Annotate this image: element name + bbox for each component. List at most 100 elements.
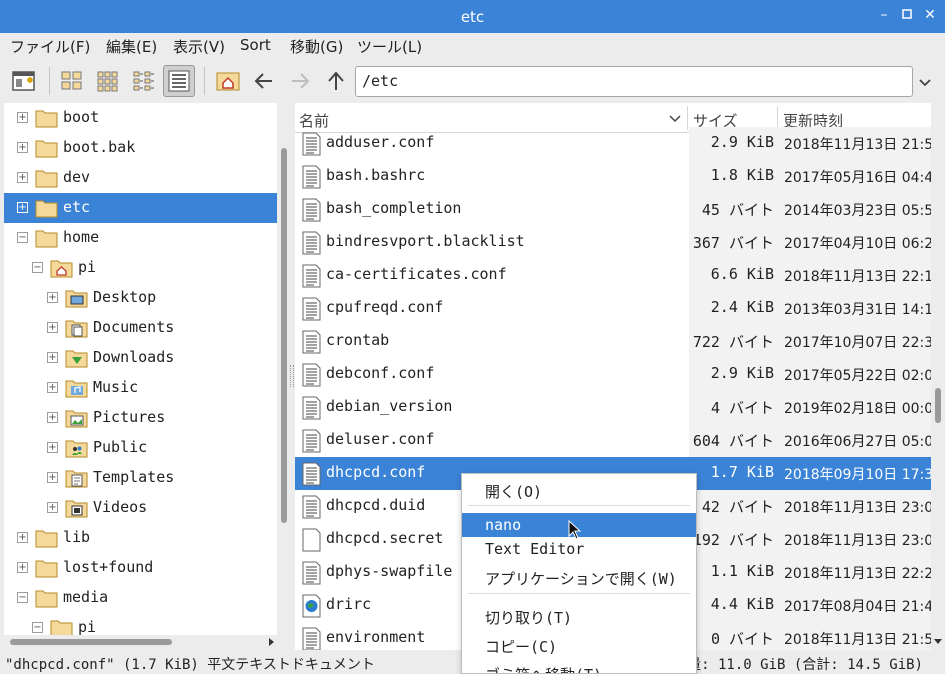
expand-icon[interactable]: +	[47, 472, 58, 483]
tree-item-lost-found[interactable]: + lost+found	[4, 553, 277, 583]
tree-item-label: lost+found	[63, 558, 154, 576]
tree-vertical-scrollbar[interactable]	[278, 103, 290, 635]
file-row[interactable]: cpufreqd.conf 2.4 KiB 2013年03月31日 14:15	[295, 292, 931, 325]
tree-item-pi[interactable]: − pi	[4, 613, 277, 635]
tree-horizontal-scrollbar[interactable]	[4, 636, 277, 648]
tree-item-boot[interactable]: + boot	[4, 103, 277, 133]
expand-icon[interactable]: +	[47, 412, 58, 423]
window-title: etc	[460, 8, 485, 26]
text-file-icon	[302, 297, 321, 321]
menu-item-text-editor[interactable]: Text Editor	[462, 537, 696, 561]
scrollbar-thumb[interactable]	[10, 639, 172, 645]
menu-item-open-with[interactable]: アプリケーションで開く(W)	[462, 565, 696, 589]
maximize-button[interactable]	[898, 6, 916, 24]
home-button[interactable]	[212, 65, 244, 97]
detailed-list-view-button[interactable]	[163, 65, 195, 97]
tree-item-downloads[interactable]: + Downloads	[4, 343, 277, 373]
expand-icon[interactable]: +	[47, 352, 58, 363]
close-button[interactable]: ✕	[921, 6, 939, 24]
scroll-down-icon[interactable]	[933, 637, 943, 646]
menu-item-open[interactable]: 開く(O)	[462, 478, 696, 502]
tree-item-music[interactable]: + Music	[4, 373, 277, 403]
text-file-icon	[300, 395, 322, 425]
file-modified-time: 2017年04月10日 06:28	[784, 236, 931, 252]
menu-item-copy[interactable]: コピー(C)	[462, 633, 696, 657]
tree-item-lib[interactable]: + lib	[4, 523, 277, 553]
pictures-folder-icon	[65, 410, 88, 428]
expand-icon[interactable]: +	[47, 442, 58, 453]
file-row[interactable]: debconf.conf 2.9 KiB 2017年05月22日 02:08	[295, 358, 931, 391]
scrollbar-thumb[interactable]	[935, 388, 941, 423]
tree-item-media[interactable]: − media	[4, 583, 277, 613]
file-list-vertical-scrollbar[interactable]	[931, 103, 945, 650]
menu-sort[interactable]: Sort	[240, 36, 271, 54]
file-size: 1.1 KiB	[710, 562, 774, 580]
downloads-folder-icon	[64, 346, 90, 374]
menu-item-cut[interactable]: 切り取り(T)	[462, 604, 696, 628]
file-row[interactable]: crontab 722 バイト 2017年10月07日 22:38	[295, 325, 931, 358]
tree-item-public[interactable]: + Public	[4, 433, 277, 463]
collapse-icon[interactable]: −	[17, 232, 28, 243]
new-window-button[interactable]	[8, 65, 40, 97]
file-row[interactable]: ca-certificates.conf 6.6 KiB 2018年11月13日 2…	[295, 259, 931, 292]
expand-icon[interactable]: +	[47, 502, 58, 513]
menu-view[interactable]: 表示(V)	[173, 36, 225, 57]
path-input[interactable]: /etc	[355, 66, 913, 97]
menu-file[interactable]: ファイル(F)	[10, 36, 90, 57]
menu-go[interactable]: 移動(G)	[290, 36, 343, 57]
expand-icon[interactable]: +	[17, 532, 28, 543]
file-row[interactable]: bash.bashrc 1.8 KiB 2017年05月16日 04:45	[295, 160, 931, 193]
scrollbar-thumb[interactable]	[281, 148, 287, 523]
file-modified-time: 2019年02月18日 00:05	[784, 401, 931, 417]
expand-icon[interactable]: +	[17, 562, 28, 573]
icon-view-button[interactable]	[56, 65, 88, 97]
expand-icon[interactable]: +	[17, 172, 28, 183]
file-size: 604 バイト	[692, 432, 774, 450]
expand-icon[interactable]: +	[47, 382, 58, 393]
back-button[interactable]	[248, 65, 280, 97]
pane-splitter[interactable]	[290, 365, 294, 387]
tree-item-pi[interactable]: − pi	[4, 253, 277, 283]
thumbnail-view-button[interactable]	[92, 65, 124, 97]
tree-item-boot-bak[interactable]: + boot.bak	[4, 133, 277, 163]
tree-item-documents[interactable]: + Documents	[4, 313, 277, 343]
expand-icon[interactable]: +	[17, 112, 28, 123]
tree-item-dev[interactable]: + dev	[4, 163, 277, 193]
collapse-icon[interactable]: −	[17, 592, 28, 603]
forward-button[interactable]	[284, 65, 316, 97]
collapse-icon[interactable]: −	[32, 622, 43, 633]
expand-icon[interactable]: +	[47, 292, 58, 303]
expand-icon[interactable]: +	[17, 202, 28, 213]
file-row[interactable]: debian_version 4 バイト 2019年02月18日 00:05	[295, 391, 931, 424]
file-row[interactable]: adduser.conf 2.9 KiB 2018年11月13日 21:58	[295, 127, 931, 160]
text-file-icon	[302, 495, 321, 519]
folder-icon	[50, 620, 73, 635]
up-button[interactable]	[320, 65, 352, 97]
minimize-button[interactable]: –	[875, 6, 893, 24]
collapse-icon[interactable]: −	[32, 262, 43, 273]
tree-item-label: pi	[78, 258, 97, 276]
compact-view-button[interactable]	[128, 65, 160, 97]
videos-folder-icon	[64, 496, 90, 524]
tree-item-videos[interactable]: + Videos	[4, 493, 277, 523]
text-file-icon	[300, 263, 322, 293]
menu-item-move-to-trash[interactable]: ゴミ箱へ移動(T)	[462, 661, 696, 673]
title-bar: etc – ✕	[0, 0, 945, 33]
text-file-icon	[300, 626, 322, 650]
toolbar-separator	[204, 67, 205, 95]
tree-item-home[interactable]: − home	[4, 223, 277, 253]
path-history-dropdown[interactable]	[917, 74, 937, 90]
expand-icon[interactable]: +	[47, 322, 58, 333]
tree-item-desktop[interactable]: + Desktop	[4, 283, 277, 313]
tree-item-pictures[interactable]: + Pictures	[4, 403, 277, 433]
menu-edit[interactable]: 編集(E)	[106, 36, 157, 57]
file-row[interactable]: deluser.conf 604 バイト 2016年06月27日 05:00	[295, 424, 931, 457]
tree-item-templates[interactable]: + Templates	[4, 463, 277, 493]
file-row[interactable]: bash_completion 45 バイト 2014年03月23日 05:57	[295, 193, 931, 226]
scroll-right-icon[interactable]	[267, 637, 276, 647]
menu-tools[interactable]: ツール(L)	[357, 36, 422, 57]
expand-icon[interactable]: +	[17, 142, 28, 153]
desktop-folder-icon	[64, 286, 90, 314]
file-row[interactable]: bindresvport.blacklist 367 バイト 2017年04月10日…	[295, 226, 931, 259]
tree-item-etc[interactable]: + etc	[4, 193, 277, 223]
